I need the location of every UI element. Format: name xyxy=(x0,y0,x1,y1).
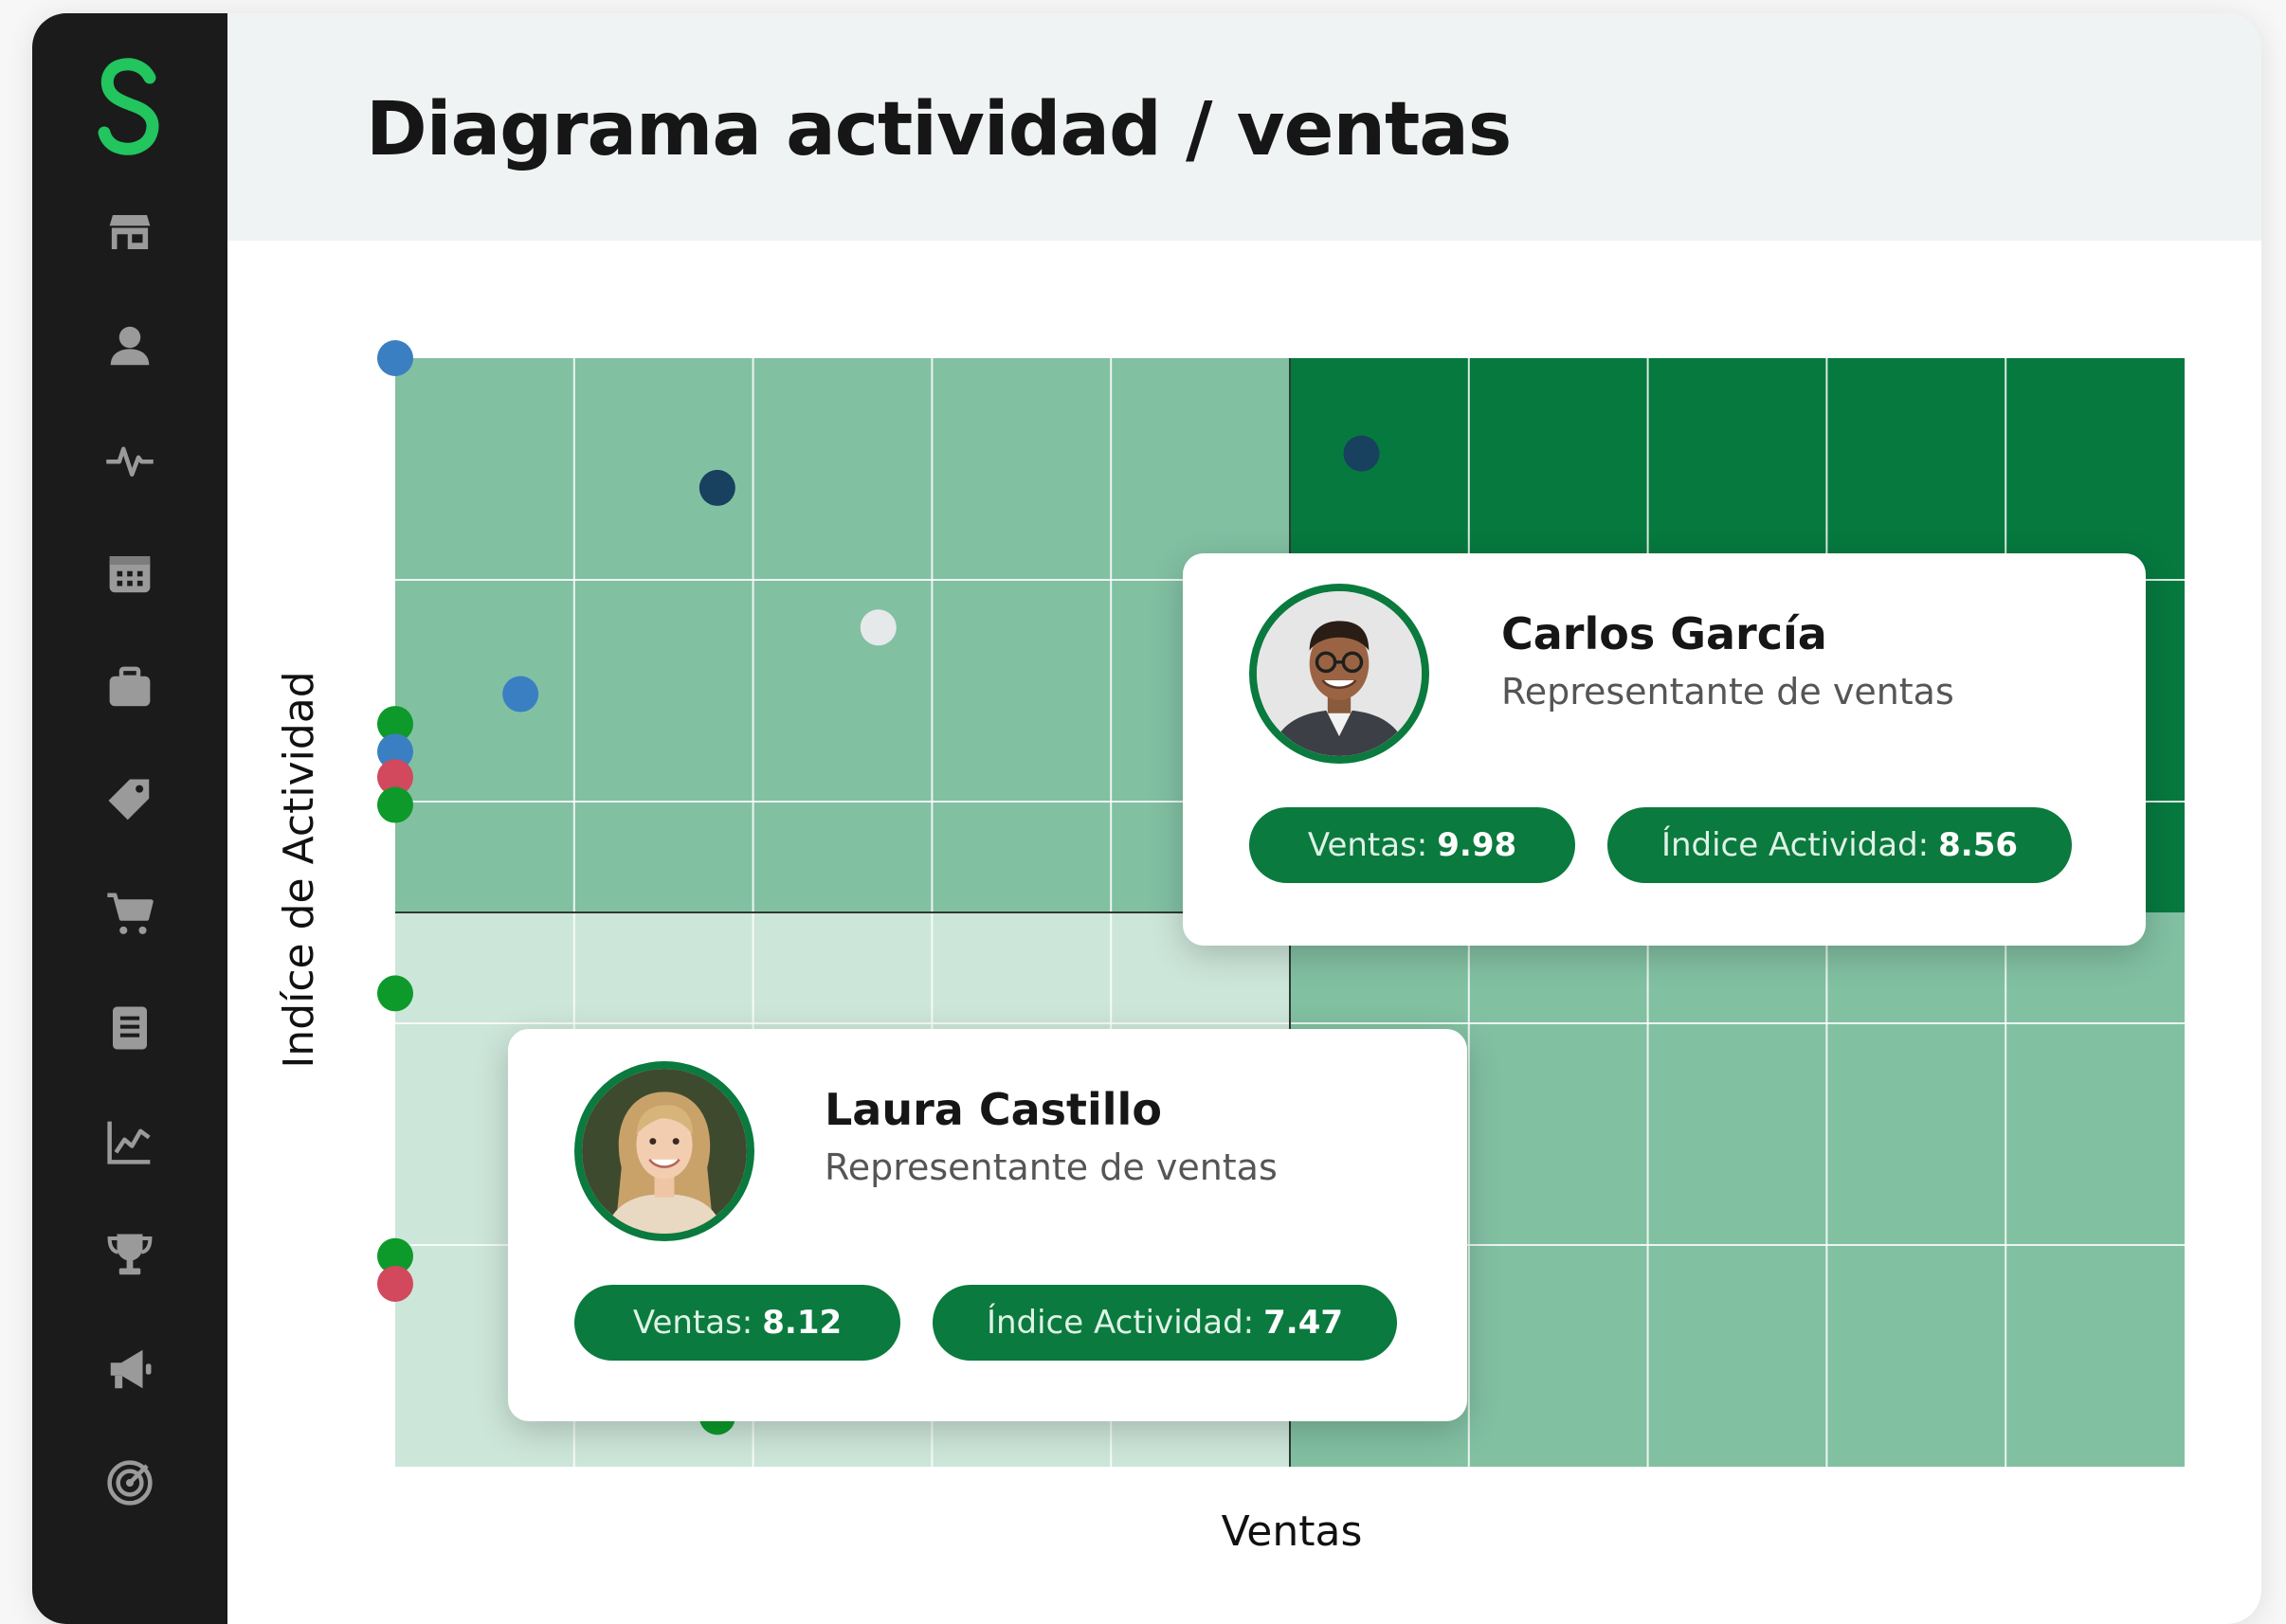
sidebar-item-store[interactable] xyxy=(100,203,159,262)
sidebar xyxy=(32,13,227,1624)
data-point xyxy=(502,676,539,713)
sidebar-item-tag[interactable] xyxy=(100,771,159,830)
app-window: Diagrama actividad / ventas Ventas Indíc… xyxy=(32,13,2261,1624)
data-point xyxy=(377,340,413,376)
trophy-icon xyxy=(107,1234,153,1275)
avatar xyxy=(1249,584,1429,764)
target-icon xyxy=(107,1460,153,1506)
sidebar-item-briefcase[interactable] xyxy=(100,658,159,716)
quadrant-top-left xyxy=(395,358,1290,912)
actividad-label: Índice Actividad: xyxy=(986,1304,1255,1342)
y-axis-label: Indíce de Actividad xyxy=(275,671,323,1068)
data-point xyxy=(377,975,413,1012)
rep-name: Laura Castillo xyxy=(825,1084,1162,1135)
tag-icon xyxy=(108,779,150,821)
data-point xyxy=(698,469,735,506)
rep-name: Carlos García xyxy=(1501,608,1827,659)
data-point xyxy=(860,609,897,646)
activity-icon xyxy=(106,446,154,477)
sales-rep-card[interactable]: Laura Castillo Representante de ventas V… xyxy=(508,1029,1467,1421)
sidebar-item-trophy[interactable] xyxy=(100,1226,159,1285)
calendar-icon xyxy=(109,556,151,593)
ventas-badge: Ventas: 9.98 xyxy=(1249,807,1575,883)
avatar-photo xyxy=(582,1069,747,1234)
avatar xyxy=(574,1061,754,1241)
sales-rep-card[interactable]: Carlos García Representante de ventas Ve… xyxy=(1183,553,2146,946)
data-point xyxy=(377,786,413,823)
page-title: Diagrama actividad / ventas xyxy=(366,87,1512,172)
sidebar-item-document[interactable] xyxy=(100,999,159,1057)
user-icon xyxy=(110,326,150,366)
page-header: Diagrama actividad / ventas xyxy=(227,13,2261,241)
line-chart-icon xyxy=(107,1121,151,1164)
sidebar-item-campaigns[interactable] xyxy=(100,1340,159,1398)
cart-icon xyxy=(107,893,154,934)
data-point xyxy=(377,1265,413,1302)
ventas-label: Ventas: xyxy=(1307,826,1428,864)
actividad-badge: Índice Actividad: 8.56 xyxy=(1607,807,2072,883)
store-icon xyxy=(109,215,151,249)
sidebar-item-calendar[interactable] xyxy=(100,544,159,603)
sidebar-item-analytics[interactable] xyxy=(100,1112,159,1171)
ventas-label: Ventas: xyxy=(632,1304,753,1342)
actividad-badge: Índice Actividad: 7.47 xyxy=(933,1285,1397,1361)
sidebar-item-activity[interactable] xyxy=(100,430,159,489)
rep-role: Representante de ventas xyxy=(825,1146,1278,1188)
ventas-value: 8.12 xyxy=(762,1304,843,1342)
sidebar-item-goals[interactable] xyxy=(100,1453,159,1512)
ventas-badge: Ventas: 8.12 xyxy=(574,1285,900,1361)
avatar-photo xyxy=(1257,591,1422,756)
x-axis-label: Ventas xyxy=(1222,1507,1363,1556)
document-icon xyxy=(113,1006,147,1050)
briefcase-icon xyxy=(109,666,151,707)
logo[interactable] xyxy=(97,57,163,161)
actividad-label: Índice Actividad: xyxy=(1660,826,1930,864)
data-point xyxy=(1343,435,1380,472)
sidebar-item-cart[interactable] xyxy=(100,885,159,944)
megaphone-icon xyxy=(110,1349,152,1389)
scatter-chart: Ventas Indíce de Actividad Carlos García… xyxy=(227,241,2261,1586)
rep-role: Representante de ventas xyxy=(1501,671,1954,713)
sidebar-item-user[interactable] xyxy=(100,316,159,375)
ventas-value: 9.98 xyxy=(1437,826,1517,864)
actividad-value: 8.56 xyxy=(1938,826,2019,864)
actividad-value: 7.47 xyxy=(1263,1304,1344,1342)
